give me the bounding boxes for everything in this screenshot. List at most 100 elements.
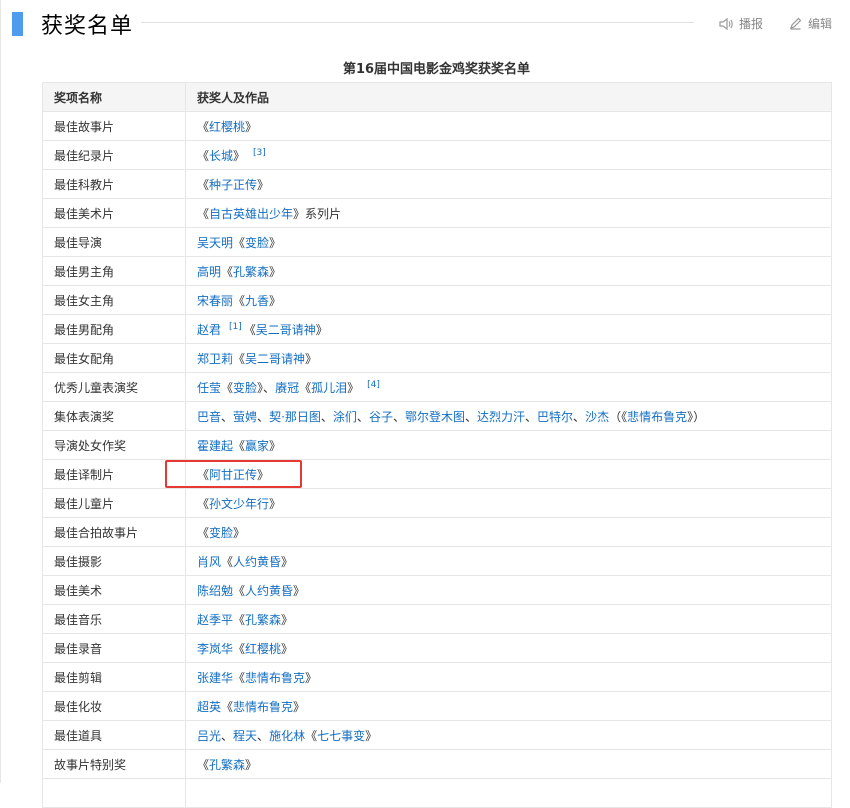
- entry-link[interactable]: 红樱桃: [209, 120, 245, 134]
- award-name-cell: 导演处女作奖: [42, 430, 186, 460]
- speaker-icon: [719, 17, 733, 30]
- entry-link[interactable]: 赢家: [245, 439, 269, 453]
- table-caption: 第16届中国电影金鸡奖获奖名单: [342, 62, 531, 77]
- table-row: 最佳化妆 超英《悲情布鲁克》: [42, 691, 832, 721]
- awards-table: 奖项名称 获奖人及作品 最佳故事片 《红樱桃》 最佳纪录片 《长城》 [3] 最佳科教片《…: [42, 82, 832, 808]
- entry-text: 》: [233, 148, 246, 163]
- entry-text: 》: [269, 438, 282, 453]
- entry-link[interactable]: 变脸: [209, 526, 233, 540]
- entry-link[interactable]: 红樱桃: [245, 642, 281, 656]
- winner-cell: 《红樱桃》: [185, 111, 832, 141]
- entry-link[interactable]: 吕光: [197, 729, 221, 743]
- entry-link[interactable]: 九香: [245, 294, 269, 308]
- entry-link[interactable]: 七七事变: [317, 729, 365, 743]
- entry-link[interactable]: 超英: [197, 700, 221, 714]
- entry-link[interactable]: 吴二哥请神: [245, 352, 305, 366]
- table-row: 最佳美术片 《自古英雄出少年》系列片: [42, 198, 832, 228]
- entry-link[interactable]: 孔繁森: [209, 758, 245, 772]
- edit-label: 编辑: [808, 17, 833, 31]
- entry-link[interactable]: 任莹: [197, 381, 221, 395]
- table-row: 导演处女作奖 霍建起《赢家》: [42, 430, 832, 460]
- entry-link[interactable]: 宋春丽: [197, 294, 233, 308]
- entry-link[interactable]: 人约黄昏: [245, 584, 293, 598]
- column-header-winner: 获奖人及作品: [185, 82, 832, 112]
- table-row: 最佳译制片 《阿甘正传》: [42, 459, 832, 489]
- entry-link[interactable]: 契·那日图: [269, 410, 321, 424]
- entry-link[interactable]: 施化林: [269, 729, 305, 743]
- entry-text: 、: [221, 409, 234, 424]
- entry-link[interactable]: 高明: [197, 265, 221, 279]
- award-name-cell: 优秀儿童表演奖: [42, 372, 186, 402]
- broadcast-button[interactable]: 播报: [719, 15, 763, 32]
- entry-link[interactable]: 肖风: [197, 555, 221, 569]
- entry-link[interactable]: 萤娉: [233, 410, 257, 424]
- entry-text: 、: [573, 409, 586, 424]
- entry-text: 《: [233, 438, 246, 453]
- entry-text: 》、: [257, 380, 276, 395]
- entry-text: 》: [305, 670, 318, 685]
- entry-link[interactable]: 霍建起: [197, 439, 233, 453]
- entry-link[interactable]: 李岚华: [197, 642, 233, 656]
- entry-link[interactable]: 孤儿泪: [311, 381, 347, 395]
- entry-text: 》: [365, 728, 378, 743]
- entry-link[interactable]: 种子正传: [209, 178, 257, 192]
- entry-link[interactable]: 巴特尔: [537, 410, 573, 424]
- entry-text: 《: [233, 293, 246, 308]
- entry-text: 》: [245, 119, 258, 134]
- entry-text: 》: [315, 322, 328, 337]
- winner-cell: 霍建起《赢家》: [185, 430, 832, 460]
- entry-link[interactable]: 陈绍勉: [197, 584, 233, 598]
- entry-text: 《: [233, 612, 246, 627]
- entry-link[interactable]: 谷子: [369, 410, 393, 424]
- award-name-cell: 最佳合拍故事片: [42, 517, 186, 547]
- entry-link[interactable]: 变脸: [245, 236, 269, 250]
- entry-link[interactable]: 吴天明: [197, 236, 233, 250]
- entry-link[interactable]: 赵君: [197, 323, 221, 337]
- edit-button[interactable]: 编辑: [789, 15, 832, 32]
- entry-text: 》: [281, 641, 294, 656]
- entry-link[interactable]: 程天: [233, 729, 257, 743]
- entry-link[interactable]: 郑卫莉: [197, 352, 233, 366]
- entry-text: 》系列片: [293, 206, 342, 221]
- citation-link[interactable]: [1]: [229, 322, 242, 332]
- entry-link[interactable]: 达烈力汗: [477, 410, 525, 424]
- entry-link[interactable]: 涂们: [333, 410, 357, 424]
- award-name-cell: 最佳美术: [42, 575, 186, 605]
- entry-link[interactable]: 人约黄昏: [233, 555, 281, 569]
- table-row: 最佳儿童片 《孙文少年行》: [42, 488, 832, 518]
- table-row: 最佳故事片 《红樱桃》: [42, 111, 832, 141]
- citation-link[interactable]: [3]: [253, 148, 266, 158]
- entry-link[interactable]: 阿甘正传: [209, 468, 257, 482]
- entry-link[interactable]: 悲情布鲁克: [245, 671, 305, 685]
- citation-link[interactable]: [4]: [367, 380, 380, 390]
- entry-text: 》: [347, 380, 360, 395]
- entry-text: 《: [221, 264, 234, 279]
- entry-text: 、: [356, 409, 369, 424]
- entry-text: 《: [243, 322, 256, 337]
- entry-link[interactable]: 变脸: [233, 381, 257, 395]
- entry-link[interactable]: 孙文少年行: [209, 497, 269, 511]
- entry-link[interactable]: 鄂尔登木图: [405, 410, 465, 424]
- entry-text: 、: [257, 409, 270, 424]
- entry-link[interactable]: 长城: [209, 149, 233, 163]
- entry-link[interactable]: 孔繁森: [245, 613, 281, 627]
- entry-link[interactable]: 沙杰: [585, 410, 609, 424]
- entry-link[interactable]: 悲情布鲁克: [233, 700, 293, 714]
- table-row: 最佳剪辑 张建华《悲情布鲁克》: [42, 662, 832, 692]
- winner-cell: 超英《悲情布鲁克》: [185, 691, 832, 721]
- entry-link[interactable]: 赓冠: [275, 381, 299, 395]
- entry-link[interactable]: 赵季平: [197, 613, 233, 627]
- entry-link[interactable]: 孔繁森: [233, 265, 269, 279]
- table-row: 最佳男配角 赵君 [1] 《吴二哥请神》: [42, 314, 832, 344]
- entry-link[interactable]: 吴二哥请神: [256, 323, 316, 337]
- table-row: 最佳美术 陈绍勉《人约黄昏》: [42, 575, 832, 605]
- section-header: 获奖名单 播报 编辑: [0, 0, 850, 48]
- entry-link[interactable]: 张建华: [197, 671, 233, 685]
- entry-text: 《: [233, 641, 246, 656]
- entry-text: 》: [269, 293, 282, 308]
- award-name-cell: 最佳女配角: [42, 343, 186, 373]
- column-header-award: 奖项名称: [42, 82, 186, 112]
- entry-link[interactable]: 巴音: [197, 410, 221, 424]
- entry-link[interactable]: 悲情布鲁克: [627, 410, 687, 424]
- entry-link[interactable]: 自古英雄出少年: [209, 207, 293, 221]
